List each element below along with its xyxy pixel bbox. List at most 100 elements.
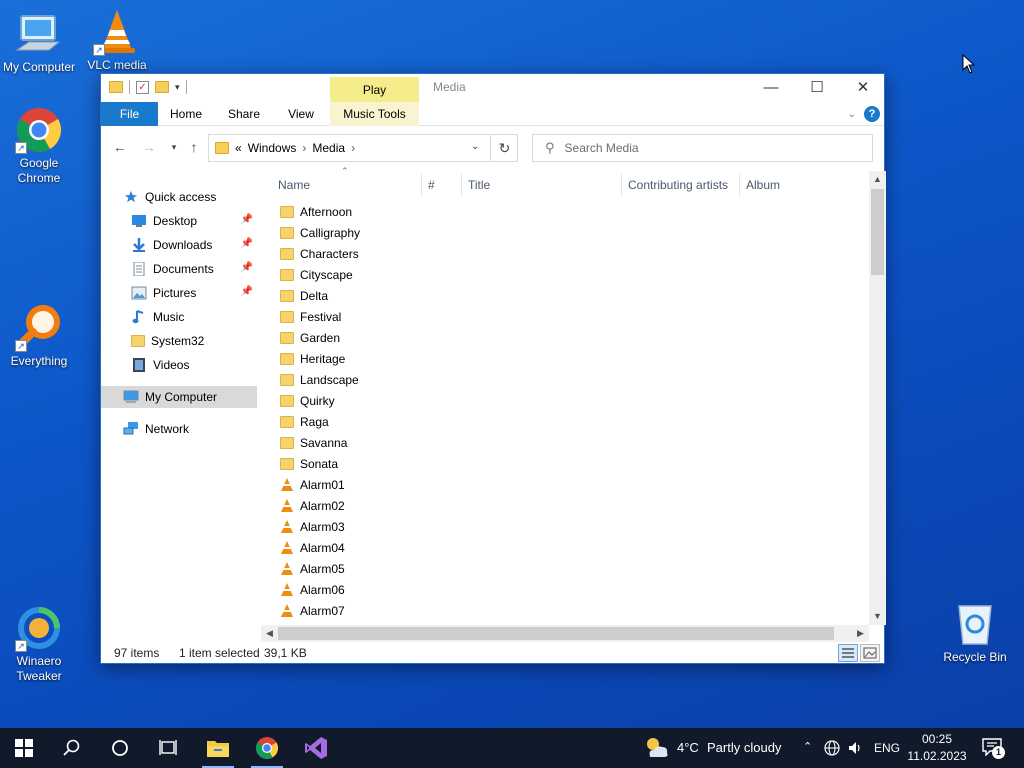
minimize-button[interactable]: — [748, 74, 794, 102]
forward-button[interactable]: → [138, 137, 160, 157]
column-header-contributing-artists[interactable]: Contributing artists [622, 174, 740, 196]
column-header-name[interactable]: Name [272, 174, 422, 196]
vertical-scrollbar[interactable]: ▲ ▼ [869, 171, 886, 625]
column-header-number[interactable]: # [422, 174, 462, 196]
network-globe-icon[interactable] [824, 740, 840, 756]
tab-music-tools[interactable]: Music Tools [330, 102, 419, 126]
nav-item-network[interactable]: Network [123, 418, 257, 440]
file-row[interactable]: Characters [271, 243, 866, 264]
file-row[interactable]: Delta [271, 285, 866, 306]
pin-icon[interactable]: 📌 [241, 214, 253, 225]
search-button[interactable] [48, 728, 96, 768]
refresh-button[interactable]: ↻ [490, 134, 518, 162]
nav-item-music[interactable]: Music [131, 306, 257, 328]
file-row[interactable]: Garden [271, 327, 866, 348]
file-row[interactable]: Quirky [271, 390, 866, 411]
tab-view[interactable]: View [279, 102, 323, 126]
title-bar[interactable]: ✓ ▾ Play Media — ☐ ✕ [101, 74, 884, 102]
chevron-up-icon[interactable]: ⌃ [803, 740, 812, 753]
cortana-button[interactable] [96, 728, 144, 768]
nav-item-system32[interactable]: System32 [131, 330, 257, 352]
close-button[interactable]: ✕ [840, 74, 886, 102]
file-row[interactable]: Landscape [271, 369, 866, 390]
help-icon[interactable]: ? [864, 106, 880, 122]
taskbar-chrome[interactable] [243, 728, 291, 768]
file-row[interactable]: Alarm02 [271, 495, 866, 516]
scrollbar-thumb[interactable] [278, 627, 834, 640]
file-row[interactable]: Alarm01 [271, 474, 866, 495]
large-icons-view-button[interactable] [860, 644, 880, 662]
file-row[interactable]: Alarm04 [271, 537, 866, 558]
weather-temperature[interactable]: 4°C [677, 740, 699, 755]
column-header-title[interactable]: Title [462, 174, 622, 196]
scroll-right-icon[interactable]: ▶ [852, 625, 869, 642]
search-input[interactable] [564, 141, 845, 155]
file-row[interactable]: Savanna [271, 432, 866, 453]
nav-item-desktop[interactable]: Desktop 📌 [131, 210, 257, 232]
desktop-icon-winaero[interactable]: ↗ Winaero Tweaker [0, 604, 78, 684]
file-row[interactable]: Alarm07 [271, 600, 866, 621]
details-view-button[interactable] [838, 644, 858, 662]
task-view-button[interactable] [144, 728, 192, 768]
file-row[interactable]: Calligraphy [271, 222, 866, 243]
back-button[interactable]: ← [109, 137, 131, 157]
nav-item-videos[interactable]: Videos [131, 354, 257, 376]
scrollbar-thumb[interactable] [871, 189, 884, 275]
chevron-right-icon[interactable]: › [351, 141, 355, 155]
customize-toolbar-icon[interactable]: ▾ [175, 82, 180, 93]
nav-item-documents[interactable]: Documents 📌 [131, 258, 257, 280]
file-row[interactable]: Alarm06 [271, 579, 866, 600]
address-dropdown-icon[interactable]: ⌄ [471, 141, 479, 152]
file-row[interactable]: Alarm05 [271, 558, 866, 579]
file-row[interactable]: Sonata [271, 453, 866, 474]
desktop-icon-everything[interactable]: ↗ Everything [0, 304, 78, 369]
nav-item-quick-access[interactable]: Quick access [123, 186, 257, 208]
recent-locations-icon[interactable]: ▾ [163, 137, 185, 157]
pin-icon[interactable]: 📌 [241, 262, 253, 273]
pin-icon[interactable]: 📌 [241, 286, 253, 297]
search-box[interactable]: ⚲ [532, 134, 873, 162]
desktop-icon-my-computer[interactable]: My Computer [0, 10, 78, 75]
notification-center-button[interactable]: 1 [982, 738, 1005, 759]
desktop-icon-recycle-bin[interactable]: Recycle Bin [936, 600, 1014, 665]
file-row[interactable]: Afternoon [271, 201, 866, 222]
address-bar[interactable]: « Windows › Media › ⌄ [208, 134, 518, 162]
file-list[interactable]: Afternoon Calligraphy Characters Cityscape D… [271, 201, 866, 621]
file-row[interactable]: Heritage [271, 348, 866, 369]
nav-item-downloads[interactable]: Downloads 📌 [131, 234, 257, 256]
breadcrumb-overflow[interactable]: « [235, 141, 242, 155]
clock[interactable]: 00:25 11.02.2023 [904, 731, 970, 765]
file-row[interactable]: Cityscape [271, 264, 866, 285]
properties-icon[interactable]: ✓ [136, 80, 149, 94]
new-folder-icon[interactable] [155, 81, 169, 93]
scroll-up-icon[interactable]: ▲ [869, 171, 886, 188]
column-header-album[interactable]: Album [740, 174, 840, 196]
taskbar-visual-studio[interactable] [292, 728, 340, 768]
desktop-icon-vlc[interactable]: ↗ VLC media [78, 8, 156, 73]
start-button[interactable] [0, 728, 48, 768]
maximize-button[interactable]: ☐ [794, 74, 840, 102]
nav-item-my-computer[interactable]: My Computer [101, 386, 257, 408]
up-button[interactable]: ↑ [183, 137, 205, 157]
input-language[interactable]: ENG [874, 741, 900, 755]
tab-share[interactable]: Share [221, 102, 267, 126]
weather-condition[interactable]: Partly cloudy [707, 740, 781, 755]
desktop-icon-chrome[interactable]: ↗ Google Chrome [0, 106, 78, 186]
file-row[interactable]: Raga [271, 411, 866, 432]
expand-ribbon-icon[interactable]: ⌄ [848, 109, 856, 120]
pin-icon[interactable]: 📌 [241, 238, 253, 249]
explorer-window[interactable]: ✓ ▾ Play Media — ☐ ✕ File Home Share Vie… [100, 73, 886, 664]
tab-home[interactable]: Home [163, 102, 209, 126]
scroll-left-icon[interactable]: ◀ [261, 625, 278, 642]
nav-item-pictures[interactable]: Pictures 📌 [131, 282, 257, 304]
breadcrumb-windows[interactable]: Windows [248, 141, 297, 155]
breadcrumb-media[interactable]: Media [312, 141, 345, 155]
tab-file[interactable]: File [101, 102, 158, 126]
horizontal-scrollbar[interactable]: ◀ ▶ [261, 625, 869, 642]
taskbar-file-explorer[interactable] [194, 728, 242, 768]
context-tab-play[interactable]: Play [330, 77, 419, 102]
file-row[interactable]: Alarm03 [271, 516, 866, 537]
volume-icon[interactable] [847, 740, 863, 756]
file-row[interactable]: Festival [271, 306, 866, 327]
navigation-pane[interactable]: Quick access Desktop 📌 Downloads 📌 Docum… [101, 174, 261, 634]
